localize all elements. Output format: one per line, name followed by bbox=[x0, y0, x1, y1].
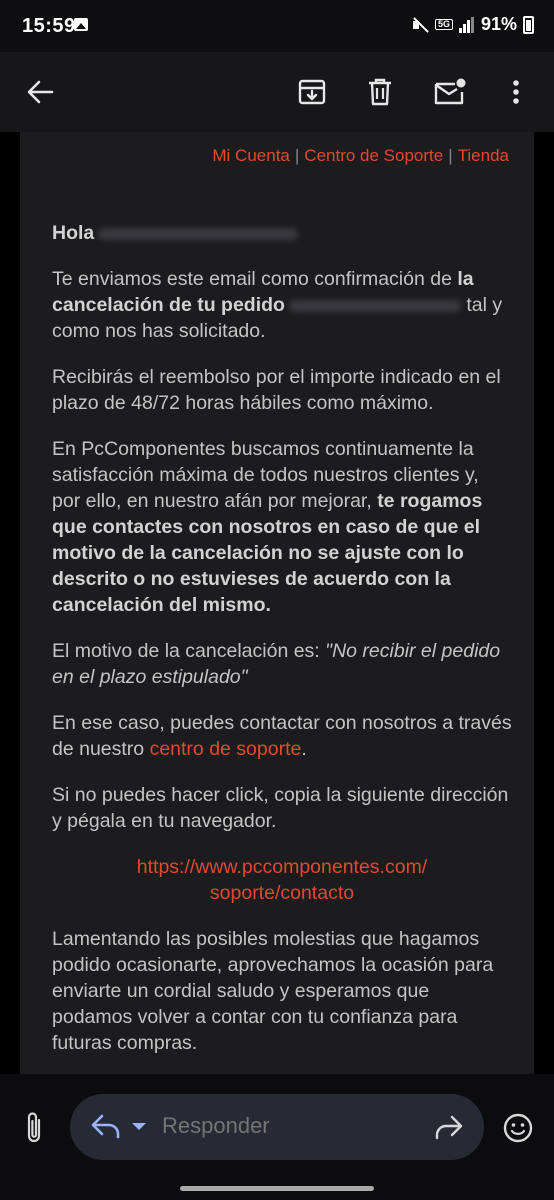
p5-end: . bbox=[301, 738, 307, 760]
paragraph-contact: En ese caso, puedes contactar con nosotr… bbox=[52, 710, 512, 762]
support-center-link[interactable]: Centro de Soporte bbox=[304, 146, 443, 165]
archive-icon[interactable] bbox=[288, 68, 336, 116]
forward-icon[interactable] bbox=[434, 1114, 464, 1145]
redacted-name bbox=[98, 227, 299, 240]
p1-text: Te enviamos este email como confirmación… bbox=[52, 268, 458, 290]
image-notification-icon bbox=[74, 18, 88, 31]
more-vert-icon[interactable] bbox=[492, 68, 540, 116]
paragraph-reason: El motivo de la cancelación es: "No reci… bbox=[52, 638, 512, 690]
support-url-link[interactable]: https://www.pccomponentes.com/soporte/co… bbox=[52, 854, 512, 906]
trash-icon[interactable] bbox=[356, 68, 404, 116]
header-links: Mi Cuenta | Centro de Soporte | Tienda bbox=[212, 146, 509, 166]
support-url-line1[interactable]: https://www.pccomponentes.com/ bbox=[137, 856, 427, 878]
greeting: Hola bbox=[52, 220, 512, 246]
status-time: 15:59 bbox=[22, 15, 76, 37]
paragraph-closing: Lamentando las posibles molestias que ha… bbox=[52, 928, 494, 1054]
store-link[interactable]: Tienda bbox=[458, 146, 509, 165]
emoji-icon[interactable] bbox=[502, 1112, 534, 1149]
my-account-link[interactable]: Mi Cuenta bbox=[212, 146, 289, 165]
link-separator: | bbox=[448, 146, 453, 165]
link-separator: | bbox=[294, 146, 300, 165]
paragraph-satisfaction: En PcComponentes buscamos continuamente … bbox=[52, 436, 512, 618]
paragraph-confirmation: Te enviamos este email como confirmación… bbox=[52, 266, 512, 344]
battery-percent: 91% bbox=[480, 14, 517, 34]
attachment-icon[interactable] bbox=[14, 1108, 54, 1148]
status-bar: 15:59 5G 91% bbox=[0, 0, 554, 52]
home-indicator[interactable] bbox=[180, 1186, 374, 1191]
p4-text: El motivo de la cancelación es: bbox=[52, 640, 326, 662]
battery-icon bbox=[523, 15, 534, 34]
reply-pill[interactable] bbox=[70, 1094, 484, 1160]
reply-input[interactable] bbox=[162, 1113, 412, 1139]
greeting-text: Hola bbox=[52, 222, 95, 244]
support-url-line2[interactable]: soporte/contacto bbox=[210, 882, 354, 904]
signal-icon bbox=[458, 16, 475, 33]
chevron-down-icon[interactable] bbox=[132, 1123, 146, 1130]
paragraph-refund: Recibirás el reembolso por el importe in… bbox=[52, 366, 501, 414]
paragraph-copy-address: Si no puedes hacer click, copia la sigui… bbox=[52, 784, 509, 832]
reply-icon[interactable] bbox=[90, 1112, 122, 1145]
support-center-inline-link[interactable]: centro de soporte bbox=[150, 738, 302, 760]
email-content: Hola Te enviamos este email como confirm… bbox=[52, 220, 512, 1074]
email-toolbar bbox=[0, 52, 554, 132]
status-icons: 5G 91% bbox=[411, 14, 534, 35]
reply-bar bbox=[0, 1074, 554, 1200]
email-body: Mi Cuenta | Centro de Soporte | Tienda Hola … bbox=[20, 132, 534, 1074]
mute-icon bbox=[411, 16, 429, 34]
network-type: 5G bbox=[434, 19, 453, 30]
back-arrow-icon[interactable] bbox=[16, 68, 64, 116]
redacted-order bbox=[288, 299, 461, 312]
mark-unread-icon[interactable] bbox=[426, 68, 474, 116]
